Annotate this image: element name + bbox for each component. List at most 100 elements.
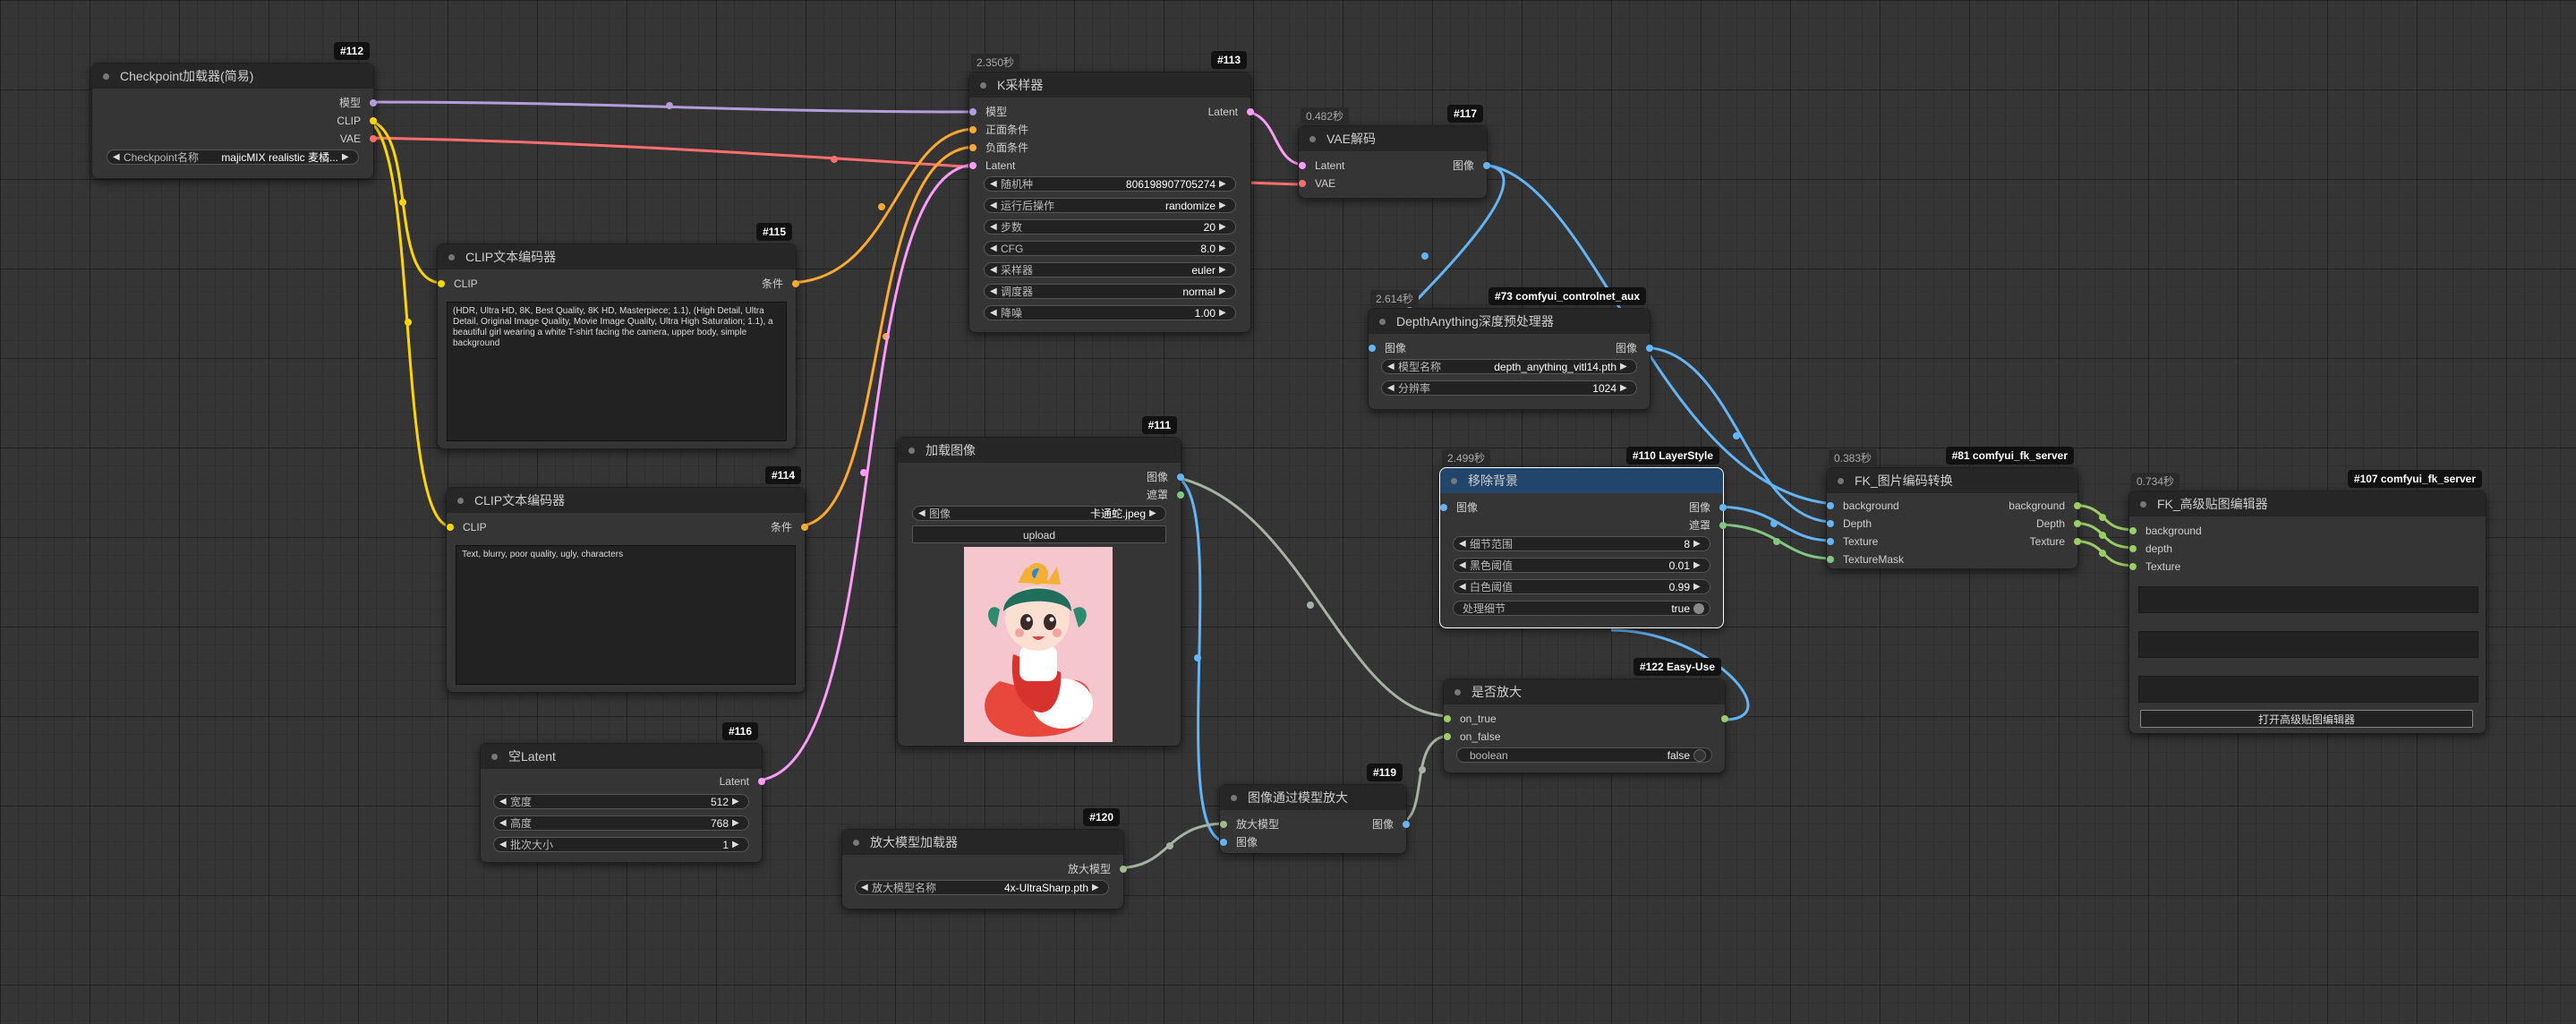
right-arrow-icon[interactable]: ▶ [1092,883,1103,892]
right-arrow-icon[interactable]: ▶ [1620,362,1631,371]
collapse-dot-icon[interactable] [1309,135,1316,142]
height-number-widget[interactable]: ◀ 高度 768 ▶ [493,815,749,831]
resolution-widget[interactable]: ◀ 分辨率 1024 ▶ [1381,380,1637,396]
input-pin[interactable] [1444,733,1451,740]
output-slot-image[interactable]: 图像 [1147,470,1184,484]
node-title-bar[interactable]: 放大模型加载器 [842,830,1123,855]
control-after-generate-widget[interactable]: ◀ 运行后操作 randomize ▶ [984,198,1236,213]
left-arrow-icon[interactable]: ◀ [1387,383,1398,393]
node-title-bar[interactable]: VAE解码 [1299,126,1487,151]
checkpoint-name-combo[interactable]: ◀ Checkpoint名称 majicMIX realistic 麦橘... ▶ [107,149,359,165]
node-clip-encoder-negative[interactable]: #114 CLIP文本编码器 CLIP 条件 Text, blurry, poo… [446,466,808,693]
right-arrow-icon[interactable]: ▶ [1219,179,1230,189]
open-editor-button[interactable]: 打开高级贴图编辑器 [2140,710,2473,728]
output-slot-model[interactable]: 模型 [339,96,377,110]
sampler-widget[interactable]: ◀ 采样器 euler ▶ [984,262,1236,277]
input-pin[interactable] [1444,715,1451,722]
output-pin[interactable] [1483,162,1490,169]
width-number-widget[interactable]: ◀ 宽度 512 ▶ [493,794,749,809]
output-pin[interactable] [370,117,377,124]
input-pin[interactable] [969,108,977,115]
output-slot-texture[interactable]: Texture [2030,534,2081,549]
left-arrow-icon[interactable]: ◀ [990,308,1001,318]
node-fk-image-convert[interactable]: 0.383秒 #81 comfyui_fk_server FK_图片编码转换 b… [1826,447,2081,569]
output-pin[interactable] [801,524,808,531]
input-pin[interactable] [2129,545,2137,552]
right-arrow-icon[interactable]: ▶ [1693,582,1704,592]
denoise-widget[interactable]: ◀ 降噪 1.00 ▶ [984,305,1236,320]
left-arrow-icon[interactable]: ◀ [1459,582,1470,592]
output-pin[interactable] [1646,345,1653,352]
right-arrow-icon[interactable]: ▶ [1149,508,1160,518]
right-arrow-icon[interactable]: ▶ [1219,286,1230,296]
output-slot-background[interactable]: background [2009,499,2081,513]
input-slot-depth[interactable]: Depth [1827,516,1872,531]
process-detail-toggle[interactable]: 处理细节 true [1453,601,1710,616]
output-slot-clip[interactable]: CLIP [337,114,377,128]
prompt-textarea[interactable]: Text, blurry, poor quality, ugly, charac… [456,545,796,685]
right-arrow-icon[interactable]: ▶ [1219,265,1230,275]
left-arrow-icon[interactable]: ◀ [1387,362,1398,371]
output-pin[interactable] [2074,520,2081,527]
left-arrow-icon[interactable]: ◀ [990,286,1001,296]
node-title-bar[interactable]: 是否放大 [1444,679,1725,704]
prompt-textarea[interactable]: (HDR, Ultra HD, 8K, Best Quality, 8K HD,… [447,302,787,441]
input-slot-background[interactable]: background [2129,524,2202,538]
node-ksampler[interactable]: 2.350秒 #113 K采样器 模型 正面条件 负面条件 Latent Lat… [968,51,1254,333]
node-load-image[interactable]: #111 加载图像 图像 遮罩 ◀ 图像 卡通蛇.jpeg ▶ upload [897,416,1184,747]
left-arrow-icon[interactable]: ◀ [1459,560,1470,570]
input-pin[interactable] [1827,520,1834,527]
right-arrow-icon[interactable]: ▶ [1219,222,1230,232]
node-if-upscale[interactable]: #122 Easy-Use 是否放大 on_true on_false bool… [1443,658,1728,773]
left-arrow-icon[interactable]: ◀ [499,818,510,828]
input-pin[interactable] [2129,563,2137,570]
input-pin[interactable] [1827,502,1834,509]
right-arrow-icon[interactable]: ▶ [732,818,743,828]
left-arrow-icon[interactable]: ◀ [990,265,1001,275]
input-slot-negative[interactable]: 负面条件 [969,141,1028,155]
input-slot-background[interactable]: background [1827,499,1899,513]
collapse-dot-icon[interactable] [1379,318,1386,325]
output-pin[interactable] [758,778,765,785]
input-slot-on-true[interactable]: on_true [1444,712,1497,726]
output-pin[interactable] [1721,715,1728,722]
output-pin[interactable] [1719,504,1727,511]
collapse-dot-icon[interactable] [2140,500,2146,508]
output-pin[interactable] [370,99,377,107]
right-arrow-icon[interactable]: ▶ [732,840,743,849]
left-arrow-icon[interactable]: ◀ [499,797,510,806]
input-slot-depth[interactable]: depth [2129,542,2172,556]
input-pin[interactable] [969,162,977,169]
output-slot-conditioning[interactable]: 条件 [771,520,808,534]
input-pin[interactable] [1220,821,1227,828]
output-pin[interactable] [2074,502,2081,509]
node-title-bar[interactable]: 加载图像 [898,438,1181,463]
node-title-bar[interactable]: FK_高级贴图编辑器 [2129,491,2486,516]
output-pin[interactable] [1403,821,1410,828]
collapse-dot-icon[interactable] [1451,477,1457,484]
right-arrow-icon[interactable]: ▶ [1693,560,1704,570]
input-slot-texture[interactable]: Texture [1827,534,1878,549]
depth-model-name-combo[interactable]: ◀ 模型名称 depth_anything_vitl14.pth ▶ [1381,359,1637,374]
left-arrow-icon[interactable]: ◀ [990,179,1001,189]
collapse-dot-icon[interactable] [103,73,109,80]
node-title-bar[interactable]: CLIP文本编码器 [447,488,805,513]
node-title-bar[interactable]: FK_图片编码转换 [1827,468,2077,493]
left-arrow-icon[interactable]: ◀ [990,243,1001,253]
node-depth-anything[interactable]: 2.614秒 #73 comfyui_controlnet_aux DepthA… [1368,287,1653,410]
right-arrow-icon[interactable]: ▶ [1620,383,1631,393]
input-slot-vae[interactable]: VAE [1299,176,1335,191]
input-slot-on-false[interactable]: on_false [1444,730,1500,744]
node-fk-texture-editor[interactable]: 0.734秒 #107 comfyui_fk_server FK_高级贴图编辑器… [2128,470,2486,734]
left-arrow-icon[interactable]: ◀ [918,508,929,518]
input-slot-image[interactable]: 图像 [1220,835,1258,849]
collapse-dot-icon[interactable] [1454,688,1461,695]
input-slot-model[interactable]: 模型 [969,105,1007,119]
output-pin[interactable] [1719,522,1727,529]
left-arrow-icon[interactable]: ◀ [990,222,1001,232]
node-title-bar[interactable]: 图像通过模型放大 [1220,785,1406,810]
black-threshold-widget[interactable]: ◀ 黑色阈值 0.01 ▶ [1453,558,1710,573]
input-pin[interactable] [1369,345,1376,352]
output-slot-latent[interactable]: Latent [1208,105,1254,119]
input-slot-image[interactable]: 图像 [1369,341,1406,355]
